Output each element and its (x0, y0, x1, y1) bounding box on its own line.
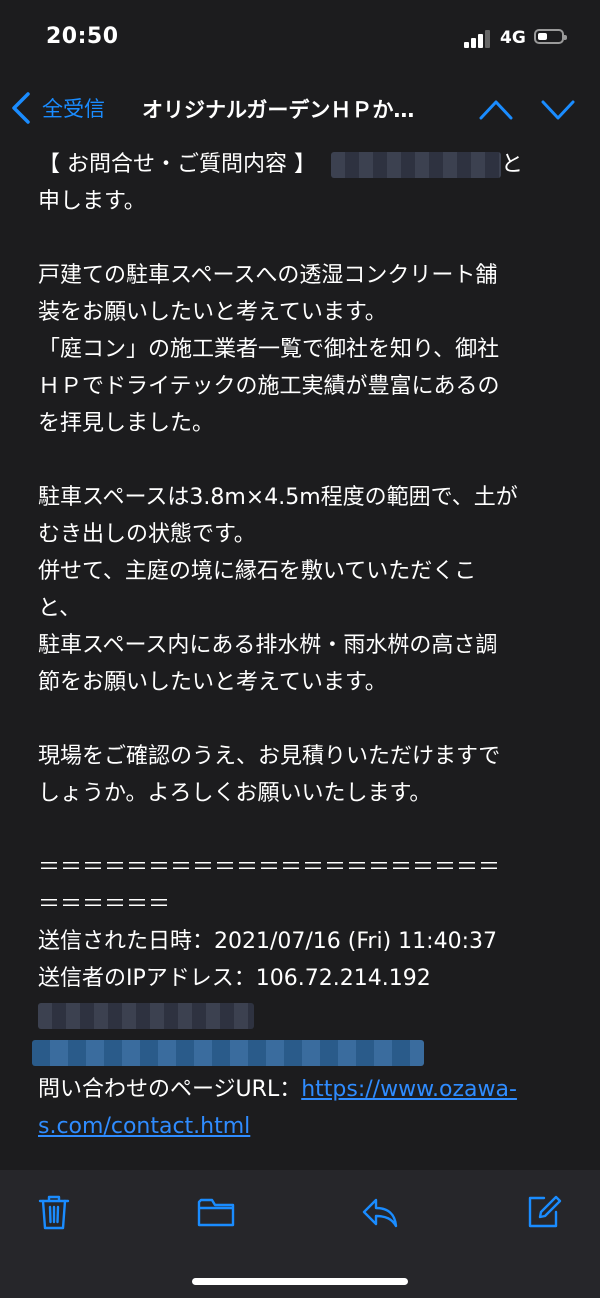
body-line: 駐車スペースは3.8m×4.5m程度の範囲で、土が (38, 485, 518, 510)
trash-button[interactable] (34, 1192, 74, 1232)
next-message-button[interactable] (540, 92, 576, 126)
redacted-host (32, 1040, 424, 1066)
email-body: 【 お問合せ・ご質問内容 】 と 申します。 戸建ての駐車スペースへの透湿コンク… (32, 146, 568, 1145)
body-line: 併せて、主庭の境に縁石を敷いていただくこ (38, 559, 477, 584)
body-line: 節をお願いしたいと考えています。 (38, 670, 387, 695)
trash-icon (38, 1195, 70, 1230)
folder-icon (197, 1198, 235, 1227)
chevron-down-icon (541, 100, 575, 120)
back-button[interactable]: 全受信 (10, 90, 105, 126)
message-title: オリジナルガーデンＨＰか… (142, 98, 415, 122)
separator-line: ＝＝＝＝＝＝ (38, 892, 171, 917)
body-line: 申します。 (38, 189, 146, 214)
redacted-host-label (38, 1003, 254, 1029)
compose-button[interactable] (524, 1192, 564, 1232)
network-type: 4G (500, 28, 526, 48)
chevron-up-icon (479, 100, 513, 120)
body-line (32, 1034, 568, 1071)
reply-button[interactable] (360, 1192, 400, 1232)
chevron-left-icon (12, 92, 30, 124)
body-line: しょうか。よろしくお願いいたします。 (38, 781, 432, 806)
body-line: 駐車スペース内にある排水桝・雨水桝の高さ調 (38, 633, 498, 658)
status-time: 20:50 (46, 24, 119, 49)
body-line: 【 お問合せ・ご質問内容 】 と (38, 152, 524, 178)
nav-bar: 全受信 オリジナルガーデンＨＰか… (0, 76, 600, 142)
home-indicator[interactable] (192, 1278, 408, 1285)
page-url-label: 問い合わせのページURL： (38, 1077, 302, 1102)
reply-icon (362, 1198, 398, 1228)
body-line: ＨＰでドライテックの施工実績が豊富にあるの (38, 374, 500, 399)
contact-page-link[interactable]: s.com/contact.html (38, 1114, 250, 1139)
sent-datetime: 送信された日時：2021/07/16 (Fri) 11:40:37 (38, 929, 497, 954)
body-line: s.com/contact.html (38, 1108, 568, 1145)
sender-ip: 送信者のIPアドレス：106.72.214.192 (38, 966, 431, 991)
redacted-name (331, 152, 501, 178)
body-line: むき出しの状態です。 (38, 522, 256, 547)
separator-line: ＝＝＝＝＝＝＝＝＝＝＝＝＝＝＝＝＝＝＝＝＝ (38, 855, 501, 880)
status-bar: 20:50 4G (0, 0, 600, 76)
back-label: 全受信 (42, 97, 105, 121)
compose-icon (528, 1195, 562, 1228)
body-line: 現場をご確認のうえ、お見積りいただけますで (38, 744, 501, 769)
battery-icon (534, 29, 567, 44)
body-line (38, 997, 568, 1034)
body-line: 戸建ての駐車スペースへの透湿コンクリート舗 (38, 263, 498, 288)
cellular-signal-icon (464, 30, 490, 48)
contact-page-link[interactable]: https://www.ozawa- (301, 1077, 517, 1102)
body-line: 問い合わせのページURL：https://www.ozawa- (38, 1071, 568, 1108)
body-line: を拝見しました。 (38, 411, 215, 436)
inquiry-heading: 【 お問合せ・ご質問内容 】 (38, 152, 316, 177)
body-line: 装をお願いしたいと考えています。 (38, 300, 387, 325)
move-to-folder-button[interactable] (196, 1192, 236, 1232)
previous-message-button[interactable] (478, 92, 514, 126)
body-line: 「庭コン」の施工業者一覧で御社を知り、御社 (38, 337, 500, 362)
bottom-toolbar (0, 1170, 600, 1298)
body-line: と、 (38, 596, 82, 621)
